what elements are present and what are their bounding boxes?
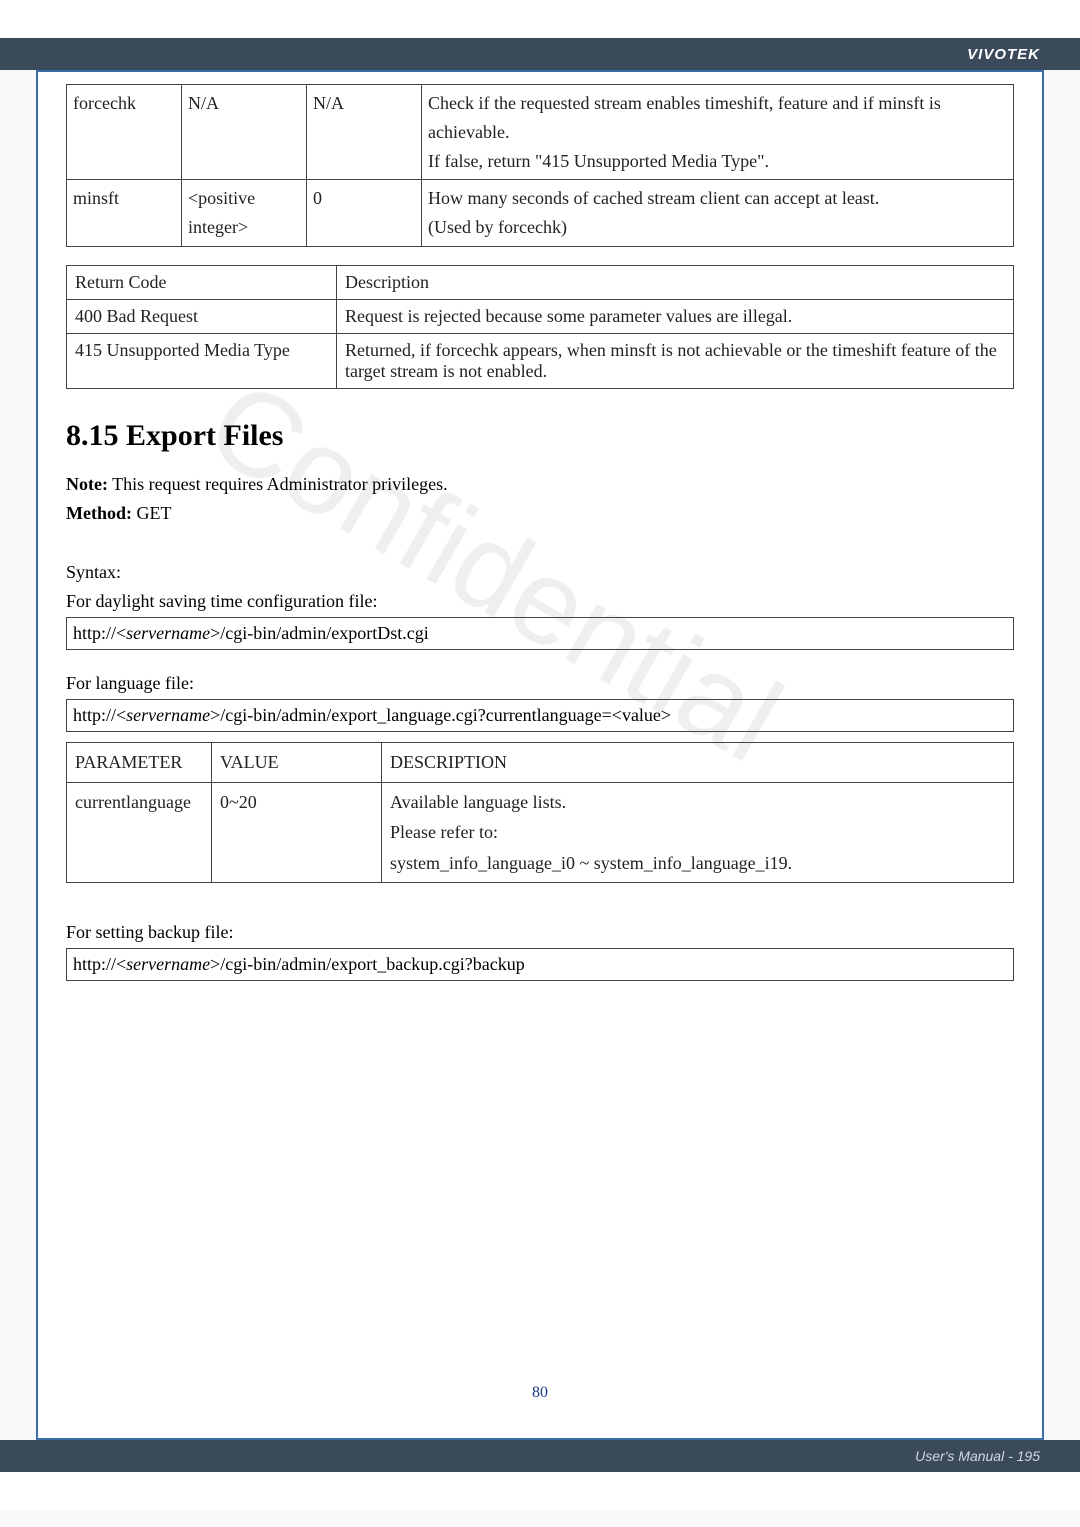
backup-label: For setting backup file: [66, 919, 1014, 946]
url-pre: http://< [73, 705, 126, 725]
param-name: forcechk [67, 85, 182, 180]
url-server: servername [126, 705, 210, 725]
url-post: >/cgi-bin/admin/exportDst.cgi [210, 623, 429, 643]
footer-band: User's Manual - 195 [0, 1440, 1080, 1472]
lang-param: currentlanguage [67, 782, 212, 883]
page-top-gap [0, 0, 1080, 38]
table-row: 400 Bad Request Request is rejected beca… [67, 299, 1014, 333]
dst-url-box: http://<servername>/cgi-bin/admin/export… [66, 617, 1014, 650]
url-server: servername [126, 623, 210, 643]
params-table: forcechk N/A N/A Check if the requested … [66, 84, 1014, 247]
param-desc: How many seconds of cached stream client… [422, 180, 1014, 247]
page-number: 80 [38, 1384, 1042, 1402]
table-row: currentlanguage 0~20 Available language … [67, 782, 1014, 883]
url-post: >/cgi-bin/admin/export_language.cgi?curr… [210, 705, 671, 725]
return-code-table: Return Code Description 400 Bad Request … [66, 265, 1014, 389]
table-row: 415 Unsupported Media Type Returned, if … [67, 333, 1014, 388]
return-desc: Returned, if forcechk appears, when mins… [337, 333, 1014, 388]
header-value: VALUE [212, 742, 382, 782]
table-row: minsft <positive integer> 0 How many sec… [67, 180, 1014, 247]
param-value: <positive integer> [182, 180, 307, 247]
page-bottom-gap [0, 1472, 1080, 1510]
dst-label: For daylight saving time configuration f… [66, 588, 1014, 615]
method-line: Method: GET [66, 500, 1014, 527]
param-value: N/A [182, 85, 307, 180]
table-header-row: PARAMETER VALUE DESCRIPTION [67, 742, 1014, 782]
brand-text: VIVOTEK [967, 46, 1040, 63]
param-name: minsft [67, 180, 182, 247]
param-default: 0 [307, 180, 422, 247]
method-value: GET [132, 503, 172, 523]
param-desc: Check if the requested stream enables ti… [422, 85, 1014, 180]
lang-url-box: http://<servername>/cgi-bin/admin/export… [66, 699, 1014, 732]
return-code: 400 Bad Request [67, 299, 337, 333]
lang-desc: Available language lists. Please refer t… [382, 782, 1014, 883]
note-line: Note: This request requires Administrato… [66, 471, 1014, 498]
note-label: Note: [66, 474, 108, 494]
table-row: forcechk N/A N/A Check if the requested … [67, 85, 1014, 180]
url-pre: http://< [73, 623, 126, 643]
return-code: 415 Unsupported Media Type [67, 333, 337, 388]
section-title: 8.15 Export Files [66, 419, 1014, 453]
param-default: N/A [307, 85, 422, 180]
header-return-code: Return Code [67, 265, 337, 299]
backup-url-box: http://<servername>/cgi-bin/admin/export… [66, 948, 1014, 981]
url-pre: http://< [73, 954, 126, 974]
lang-label: For language file: [66, 670, 1014, 697]
url-post: >/cgi-bin/admin/export_backup.cgi?backup [210, 954, 525, 974]
return-desc: Request is rejected because some paramet… [337, 299, 1014, 333]
page-frame: Confidential forcechk N/A N/A Check if t… [36, 70, 1044, 1440]
method-label: Method: [66, 503, 132, 523]
url-server: servername [126, 954, 210, 974]
language-table: PARAMETER VALUE DESCRIPTION currentlangu… [66, 742, 1014, 883]
header-description: Description [337, 265, 1014, 299]
header-band: VIVOTEK [0, 38, 1080, 70]
header-parameter: PARAMETER [67, 742, 212, 782]
table-header-row: Return Code Description [67, 265, 1014, 299]
note-text: This request requires Administrator priv… [108, 474, 448, 494]
footer-text: User's Manual - 195 [915, 1448, 1040, 1464]
syntax-label: Syntax: [66, 559, 1014, 586]
lang-value: 0~20 [212, 782, 382, 883]
header-description: DESCRIPTION [382, 742, 1014, 782]
